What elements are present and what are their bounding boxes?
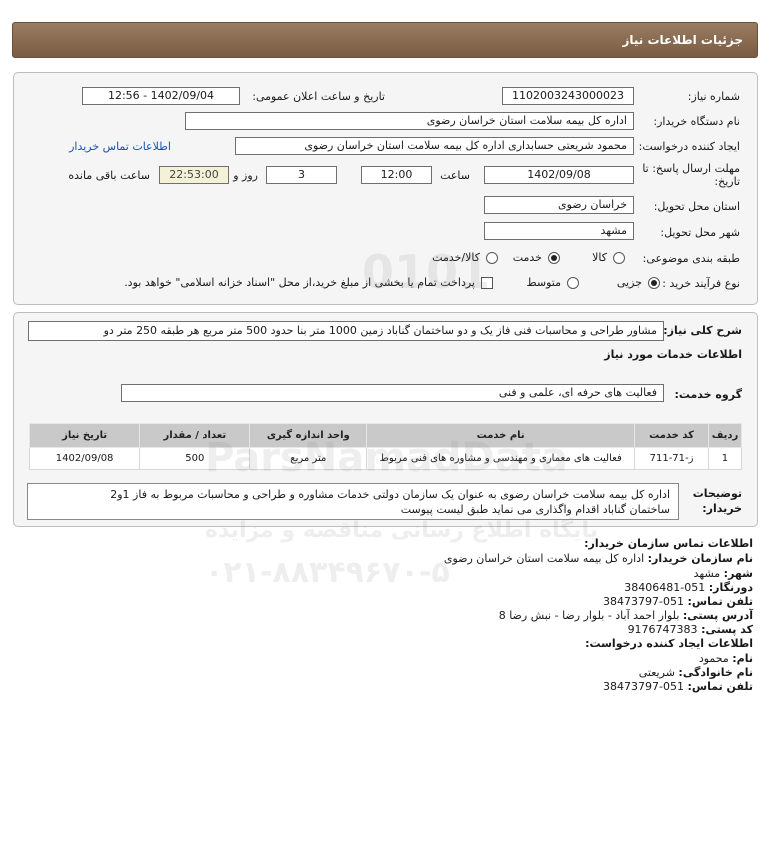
table-header-row: ردیف کد خدمت نام خدمت واحد اندازه گیری ت… xyxy=(28,423,743,448)
contact-org-label: نام سازمان خریدار: xyxy=(647,552,753,565)
creator-first-name-label: نام: xyxy=(732,652,753,665)
process-label: نوع فرآیند خرید : xyxy=(662,277,740,290)
category-label: طبقه بندی موضوعی: xyxy=(642,252,740,265)
col-header-service-code: کد خدمت xyxy=(634,423,709,448)
contact-fax-label: دورنگار: xyxy=(708,581,753,594)
category-option-goods-service: کالا/خدمت xyxy=(432,251,480,264)
remaining-time-label: ساعت باقی مانده xyxy=(68,169,150,182)
process-radio-medium[interactable] xyxy=(567,277,579,289)
process-option-medium: متوسط xyxy=(526,276,561,289)
cell-quantity: 500 xyxy=(139,447,251,470)
announce-datetime-label: تاریخ و ساعت اعلان عمومی: xyxy=(252,90,385,103)
contact-address-label: آدرس پستی: xyxy=(682,609,753,622)
contact-fax-line: دورنگار: 051-38406481 xyxy=(624,582,753,594)
page-title-bar: جزئیات اطلاعات نیاز xyxy=(12,22,758,58)
creator-first-name-line: نام: محمود xyxy=(699,653,753,665)
contact-org-value: اداره کل بیمه سلامت استان خراسان رضوی xyxy=(443,552,645,565)
page-title: جزئیات اطلاعات نیاز xyxy=(622,33,743,47)
creator-contact-heading: اطلاعات ایجاد کننده درخواست: xyxy=(585,637,753,650)
summary-label: شرح کلی نیاز: xyxy=(663,324,742,337)
category-option-goods: کالا xyxy=(592,251,607,264)
province-field[interactable]: خراسان رضوی xyxy=(484,196,634,214)
creator-phone-value: 051-38473797 xyxy=(603,680,685,693)
deadline-label: مهلت ارسال پاسخ: تا xyxy=(642,162,740,175)
contact-phone-value: 051-38473797 xyxy=(603,595,685,608)
process-radio-minor[interactable] xyxy=(648,277,660,289)
summary-field[interactable]: مشاور طراحی و محاسبات فنی فاز یک و دو سا… xyxy=(28,321,664,341)
table-row[interactable]: 1 ز-71-711 فعالیت های معماری و مهندسی و … xyxy=(28,447,743,470)
remaining-days-label: روز و xyxy=(233,169,258,182)
need-items-panel: شرح کلی نیاز: مشاور طراحی و محاسبات فنی … xyxy=(13,312,758,527)
treasury-payment-note: پرداخت تمام یا بخشی از مبلغ خرید،از محل … xyxy=(124,276,475,289)
creator-last-name-value: شریعتی xyxy=(638,666,675,679)
deadline-time-label: ساعت xyxy=(440,169,470,182)
service-group-label: گروه خدمت: xyxy=(674,388,742,401)
contact-org-line: نام سازمان خریدار: اداره کل بیمه سلامت ا… xyxy=(444,553,753,565)
col-header-row-number: ردیف xyxy=(707,423,743,448)
contact-address-line: آدرس پستی: بلوار احمد آباد - بلوار رضا -… xyxy=(499,610,753,622)
category-radio-goods[interactable] xyxy=(613,252,625,264)
announce-datetime-field[interactable]: 1402/09/04 - 12:56 xyxy=(82,87,240,105)
services-table: ردیف کد خدمت نام خدمت واحد اندازه گیری ت… xyxy=(28,423,743,470)
requester-field[interactable]: محمود شریعتی حسابداری اداره کل بیمه سلام… xyxy=(235,137,634,155)
buyer-org-field[interactable]: اداره کل بیمه سلامت استان خراسان رضوی xyxy=(185,112,634,130)
watermark-phone: ۰۲۱-۸۸۳۴۹۶۷۰-۵ xyxy=(205,555,450,590)
process-option-minor: جزیی xyxy=(616,276,642,289)
contact-address-value: بلوار احمد آباد - بلوار رضا - نبش رضا 8 xyxy=(498,609,680,622)
need-number-label: شماره نیاز: xyxy=(687,90,740,103)
services-section-title: اطلاعات خدمات مورد نیاز xyxy=(604,348,742,361)
contact-city-value: مشهد xyxy=(693,567,721,580)
creator-last-name-label: نام خانوادگی: xyxy=(678,666,753,679)
deadline-date-field[interactable]: 1402/09/08 xyxy=(484,166,634,184)
contact-postal-value: 9176747383 xyxy=(627,623,698,636)
buyer-contact-link[interactable]: اطلاعات تماس خریدار xyxy=(69,140,171,153)
cell-service-code: ز-71-711 xyxy=(634,447,709,470)
col-header-quantity: تعداد / مقدار xyxy=(139,423,251,448)
remaining-days-field[interactable]: 3 xyxy=(266,166,337,184)
buyer-notes-label-2: خریدار: xyxy=(702,502,742,515)
city-field[interactable]: مشهد xyxy=(484,222,634,240)
cell-unit: متر مربع xyxy=(249,447,368,470)
category-radio-goods-service[interactable] xyxy=(486,252,498,264)
contact-phone-line: تلفن تماس: 051-38473797 xyxy=(603,596,753,608)
creator-first-name-value: محمود xyxy=(698,652,729,665)
need-info-panel: شماره نیاز: 1102003243000023 تاریخ و ساع… xyxy=(13,72,758,305)
service-group-field[interactable]: فعالیت های حرفه ای، علمی و فنی xyxy=(121,384,664,402)
page: جزئیات اطلاعات نیاز شماره نیاز: 11020032… xyxy=(0,0,770,845)
deadline-time-field[interactable]: 12:00 xyxy=(361,166,432,184)
contact-postal-line: کد پستی: 9176747383 xyxy=(628,624,753,636)
cell-need-date: 1402/09/08 xyxy=(28,447,141,470)
creator-phone-label: تلفن تماس: xyxy=(687,680,753,693)
contact-city-label: شهر: xyxy=(723,567,753,580)
category-radio-service[interactable] xyxy=(548,252,560,264)
buyer-notes-box: اداره کل بیمه سلامت خراسان رضوی به عنوان… xyxy=(27,483,679,520)
contact-phone-label: تلفن تماس: xyxy=(687,595,753,608)
deadline-date-label: تاریخ: xyxy=(714,175,740,188)
contact-fax-value: 051-38406481 xyxy=(624,581,706,594)
remaining-time-field[interactable]: 22:53:00 xyxy=(159,166,229,184)
col-header-need-date: تاریخ نیاز xyxy=(28,423,141,448)
city-label: شهر محل تحویل: xyxy=(660,226,740,239)
need-number-field[interactable]: 1102003243000023 xyxy=(502,87,634,105)
treasury-payment-checkbox[interactable] xyxy=(481,277,493,289)
buyer-org-label: نام دستگاه خریدار: xyxy=(653,115,740,128)
cell-row-number: 1 xyxy=(707,447,743,470)
col-header-unit: واحد اندازه گیری xyxy=(249,423,368,448)
cell-service-name: فعالیت های معماری و مهندسی و مشاوره های … xyxy=(366,447,636,470)
category-option-service: خدمت xyxy=(512,251,542,264)
requester-label: ایجاد کننده درخواست: xyxy=(638,140,740,153)
contact-city-line: شهر: مشهد xyxy=(694,568,753,580)
buyer-notes-line-2: ساختمان گناباد اقدام واگذاری می نماید طب… xyxy=(400,503,670,516)
buyer-contact-heading: اطلاعات تماس سازمان خریدار: xyxy=(584,537,753,550)
buyer-notes-line-1: اداره کل بیمه سلامت خراسان رضوی به عنوان… xyxy=(110,488,670,501)
contact-postal-label: کد پستی: xyxy=(701,623,753,636)
buyer-notes-label: توضیحات xyxy=(692,487,742,500)
creator-last-name-line: نام خانوادگی: شریعتی xyxy=(639,667,753,679)
province-label: استان محل تحویل: xyxy=(653,200,740,213)
creator-phone-line: تلفن تماس: 051-38473797 xyxy=(603,681,753,693)
col-header-service-name: نام خدمت xyxy=(366,423,636,448)
